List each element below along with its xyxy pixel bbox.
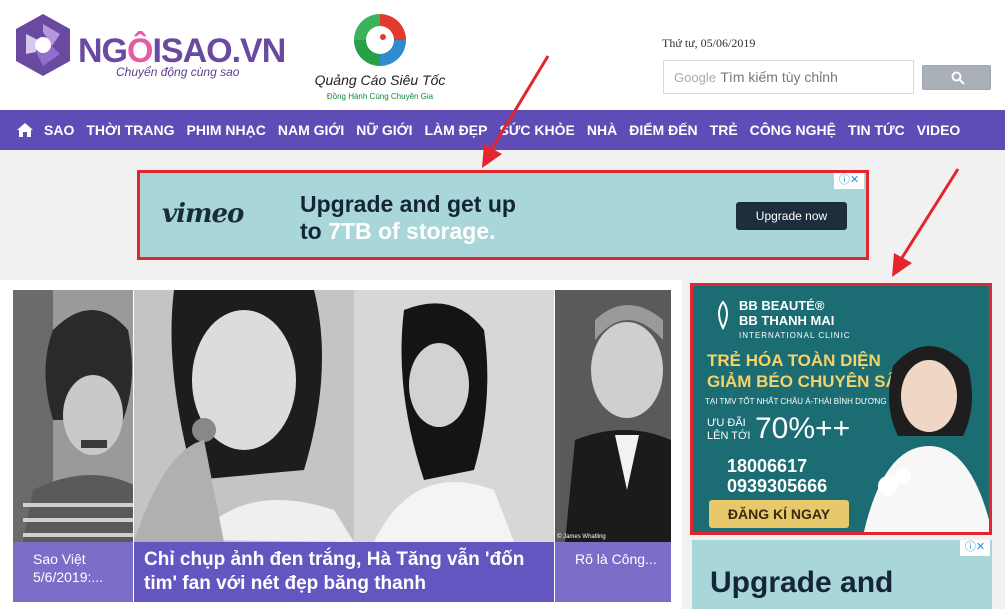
nav-item-tre[interactable]: TRẺ — [710, 110, 738, 150]
nav-item-cong-nghe[interactable]: CÔNG NGHỆ — [750, 110, 836, 150]
nav-item-video[interactable]: VIDEO — [917, 110, 961, 150]
vimeo-sidebar-ad[interactable]: Upgrade and ⓘ✕ — [692, 540, 992, 609]
banner-headline: Upgrade and get up to 7TB of storage. — [300, 191, 516, 244]
lotus-logo-icon — [718, 300, 728, 330]
article-caption-2[interactable]: Chỉ chụp ảnh đen trắng, Hà Tăng vẫn 'đốn… — [134, 542, 554, 602]
offer-value: 70%++ — [755, 412, 851, 445]
site-name: NGÔISAO.VN — [78, 32, 286, 70]
nav-item-nha[interactable]: NHÀ — [587, 110, 617, 150]
article-photo-3[interactable]: © James Whatling — [555, 290, 671, 542]
register-now-button[interactable]: ĐĂNG KÍ NGAY — [709, 500, 849, 528]
offer-label: ƯU ĐÃI LÊN TỚI — [707, 417, 751, 442]
search-placeholder: Tìm kiếm tùy chỉnh — [720, 69, 838, 85]
ad-subline: TẠI TMV TỐT NHẤT CHÂU Á-THÁI BÌNH DƯƠNG — [705, 397, 887, 406]
photo-credit: © James Whatling — [557, 534, 606, 540]
article-photo-1[interactable] — [13, 290, 133, 542]
advertiser-name: Quảng Cáo Siêu Tốc — [314, 72, 446, 88]
sidebar-ad-headline: Upgrade and — [710, 566, 894, 599]
upgrade-now-button[interactable]: Upgrade now — [736, 202, 847, 230]
advertiser-swirl-icon — [354, 14, 406, 66]
hotline-1: 18006617 — [727, 456, 808, 476]
article-photo-2[interactable] — [134, 290, 554, 542]
search-input[interactable]: Google Tìm kiếm tùy chỉnh — [663, 60, 914, 94]
bb-beaute-ad[interactable]: BB BEAUTÉ® BB THANH MAI INTERNATIONAL CL… — [690, 283, 992, 535]
main-nav: SAO THỜI TRANG PHIM NHẠC NAM GIỚI NỮ GIỚ… — [0, 110, 1005, 150]
adchoices-icon[interactable]: ⓘ✕ — [960, 540, 990, 556]
search-icon — [951, 71, 965, 85]
nav-item-thoi-trang[interactable]: THỜI TRANG — [86, 110, 174, 150]
clinic-logo: BB BEAUTÉ® BB THANH MAI INTERNATIONAL CL… — [739, 298, 851, 340]
annotation-arrow-icon — [892, 168, 960, 277]
nav-item-nu-gioi[interactable]: NỮ GIỚI — [356, 110, 412, 150]
nav-item-suc-khoe[interactable]: SỨC KHỎE — [499, 110, 574, 150]
nav-item-phim-nhac[interactable]: PHIM NHẠC — [187, 110, 266, 150]
logo-swirl-icon — [16, 14, 70, 76]
nav-item-sao[interactable]: SAO — [44, 110, 74, 150]
current-date: Thứ tư, 05/06/2019 — [662, 36, 756, 50]
site-logo[interactable]: NGÔISAO.VN Chuyển động cùng sao — [12, 12, 286, 82]
nav-items: SAO THỜI TRANG PHIM NHẠC NAM GIỚI NỮ GIỚ… — [44, 110, 972, 150]
nav-item-lam-dep[interactable]: LÀM ĐẸP — [424, 110, 487, 150]
vimeo-logo: vimeo — [162, 199, 244, 229]
site-header: NGÔISAO.VN Chuyển động cùng sao Quảng Cá… — [0, 0, 1005, 110]
article-caption-3[interactable]: Rõ là Công... — [555, 542, 671, 602]
adchoices-icon[interactable]: ⓘ✕ — [834, 173, 864, 189]
search-button[interactable] — [922, 65, 991, 90]
google-label: Google — [674, 70, 716, 85]
woman-portrait-image — [13, 290, 133, 542]
featured-portrait-image — [134, 290, 554, 542]
advertiser-logo[interactable]: Quảng Cáo Siêu Tốc Đồng Hành Cùng Chuyên… — [300, 10, 460, 102]
site-tagline: Chuyển động cùng sao — [116, 65, 240, 79]
nav-item-nam-gioi[interactable]: NAM GIỚI — [278, 110, 344, 150]
nav-item-tin-tuc[interactable]: TIN TỨC — [848, 110, 905, 150]
hotline-2: 0939305666 — [727, 476, 828, 496]
vimeo-banner-ad[interactable]: vimeo Upgrade and get up to 7TB of stora… — [137, 170, 869, 260]
model-photo-image — [863, 346, 989, 532]
advertiser-slogan: Đồng Hành Cùng Chuyên Gia — [326, 92, 434, 101]
article-caption-1[interactable]: Sao Việt 5/6/2019:... — [13, 542, 133, 602]
home-icon[interactable] — [16, 121, 34, 139]
man-portrait-image — [555, 290, 671, 542]
nav-item-diem-den[interactable]: ĐIỂM ĐẾN — [629, 110, 697, 150]
